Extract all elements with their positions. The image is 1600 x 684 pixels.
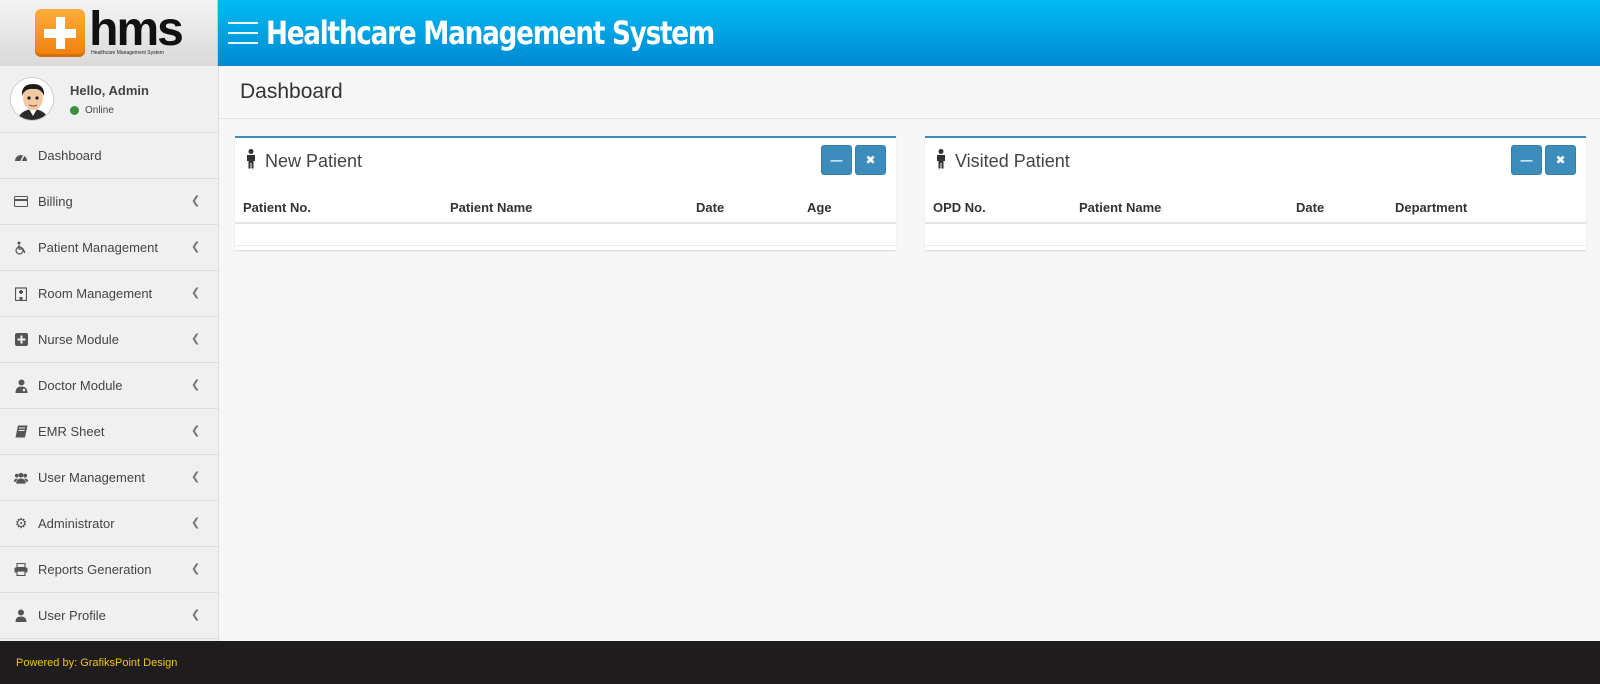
box-header: New Patient — ✖ (235, 138, 896, 184)
chevron-left-icon: ❮ (191, 609, 201, 621)
sidebar-item-label: User Management (38, 470, 145, 485)
content-header: Dashboard (219, 66, 1600, 119)
box-title: Visited Patient (955, 150, 1070, 171)
box-header: Visited Patient — ✖ (925, 138, 1586, 184)
sidebar-item-label: User Profile (38, 608, 106, 623)
app-header: hms Healthcare Management System Healthc… (0, 0, 1600, 66)
sidebar-item-room-management[interactable]: Room Management ❮ (0, 271, 218, 317)
dashboard-icon (14, 149, 28, 163)
remove-button[interactable]: ✖ (1545, 145, 1576, 175)
minus-icon: — (830, 153, 843, 167)
footer: Powered by: GrafiksPoint Design (0, 641, 1600, 684)
sidebar-item-administrator[interactable]: ⚙ Administrator ❮ (0, 501, 218, 547)
user-status: Online (70, 105, 149, 116)
visited-patient-box: Visited Patient — ✖ OPD No. Patient Name… (925, 136, 1586, 250)
sidebar-item-label: Dashboard (38, 148, 102, 163)
chevron-left-icon: ❮ (191, 517, 201, 529)
collapse-button[interactable]: — (821, 145, 852, 175)
user-panel: Hello, Admin Online (0, 66, 218, 133)
footer-credit: Powered by: GrafiksPoint Design (16, 656, 178, 669)
male-person-icon (935, 148, 947, 174)
column-header[interactable]: Patient No. (235, 194, 442, 224)
wheelchair-icon (14, 241, 28, 255)
sidebar-item-label: Reports Generation (38, 562, 152, 577)
chevron-left-icon: ❮ (191, 471, 201, 483)
male-person-icon (245, 148, 257, 174)
column-header[interactable]: OPD No. (925, 194, 1071, 224)
gear-icon: ⚙ (14, 515, 28, 531)
column-header[interactable]: Date (688, 194, 799, 224)
sidebar-item-label: Room Management (38, 286, 153, 301)
credit-card-icon (14, 195, 28, 209)
avatar (10, 77, 54, 121)
printer-icon (14, 563, 28, 577)
chevron-left-icon: ❮ (191, 287, 201, 299)
logo-subtitle: Healthcare Management System (91, 50, 164, 56)
new-patient-table: Patient No. Patient Name Date Age (235, 194, 896, 246)
sidebar-item-billing[interactable]: Billing ❮ (0, 179, 218, 225)
new-patient-box: New Patient — ✖ Patient No. Patient Name… (235, 136, 896, 250)
hospital-building-icon (14, 286, 28, 301)
sidebar: Hello, Admin Online Dashboard Billing ❮ … (0, 66, 219, 641)
column-header[interactable]: Age (799, 194, 896, 224)
column-header[interactable]: Department (1387, 194, 1586, 224)
top-navbar: Healthcare Management System (218, 0, 1600, 66)
logo[interactable]: hms Healthcare Management System (0, 0, 218, 66)
page-title: Dashboard (240, 80, 343, 103)
table-empty-row (235, 223, 896, 246)
sidebar-item-label: EMR Sheet (38, 424, 105, 439)
column-header[interactable]: Date (1288, 194, 1387, 224)
sidebar-item-reports-generation[interactable]: Reports Generation ❮ (0, 547, 218, 593)
table-header-row: OPD No. Patient Name Date Department (925, 194, 1586, 224)
box-tools: — ✖ (1511, 145, 1576, 175)
sidebar-item-label: Patient Management (38, 240, 158, 255)
chevron-left-icon: ❮ (191, 563, 201, 575)
table-empty-row (925, 223, 1586, 246)
user-md-icon (14, 379, 28, 393)
plus-square-icon (14, 333, 28, 347)
user-icon (14, 609, 28, 623)
close-icon: ✖ (865, 153, 876, 167)
chevron-left-icon: ❮ (191, 333, 201, 345)
sidebar-item-label: Billing (38, 194, 73, 209)
user-status-label: Online (85, 104, 114, 116)
online-status-dot (70, 105, 79, 115)
sidebar-item-user-profile[interactable]: User Profile ❮ (0, 593, 218, 639)
main-content: Dashboard New Patient — ✖ Patient No. Pa… (219, 66, 1600, 641)
sidebar-item-emr-sheet[interactable]: EMR Sheet ❮ (0, 409, 218, 455)
sidebar-item-label: Nurse Module (38, 332, 119, 347)
user-greeting: Hello, Admin (70, 82, 149, 98)
sidebar-item-user-management[interactable]: User Management ❮ (0, 455, 218, 501)
chevron-left-icon: ❮ (191, 241, 201, 253)
box-tools: — ✖ (821, 145, 886, 175)
chevron-left-icon: ❮ (191, 195, 201, 207)
chevron-left-icon: ❮ (191, 379, 201, 391)
close-icon: ✖ (1555, 153, 1566, 167)
users-icon (14, 471, 28, 485)
table-header-row: Patient No. Patient Name Date Age (235, 194, 896, 224)
sidebar-item-doctor-module[interactable]: Doctor Module ❮ (0, 363, 218, 409)
sidebar-item-dashboard[interactable]: Dashboard (0, 133, 218, 179)
sidebar-item-patient-management[interactable]: Patient Management ❮ (0, 225, 218, 271)
menu-toggle-icon[interactable] (228, 22, 258, 44)
logo-plus-icon (35, 9, 86, 57)
sidebar-item-label: Administrator (38, 516, 115, 531)
collapse-button[interactable]: — (1511, 145, 1542, 175)
minus-icon: — (1520, 153, 1533, 167)
app-title: Healthcare Management System (266, 14, 715, 52)
sidebar-item-nurse-module[interactable]: Nurse Module ❮ (0, 317, 218, 363)
box-title: New Patient (265, 150, 363, 171)
chevron-left-icon: ❮ (191, 425, 201, 437)
column-header[interactable]: Patient Name (442, 194, 688, 224)
visited-patient-table: OPD No. Patient Name Date Department (925, 194, 1586, 246)
remove-button[interactable]: ✖ (855, 145, 886, 175)
column-header[interactable]: Patient Name (1071, 194, 1288, 224)
logo-word: hms (89, 3, 184, 56)
book-icon (14, 425, 28, 439)
sidebar-item-label: Doctor Module (38, 378, 123, 393)
